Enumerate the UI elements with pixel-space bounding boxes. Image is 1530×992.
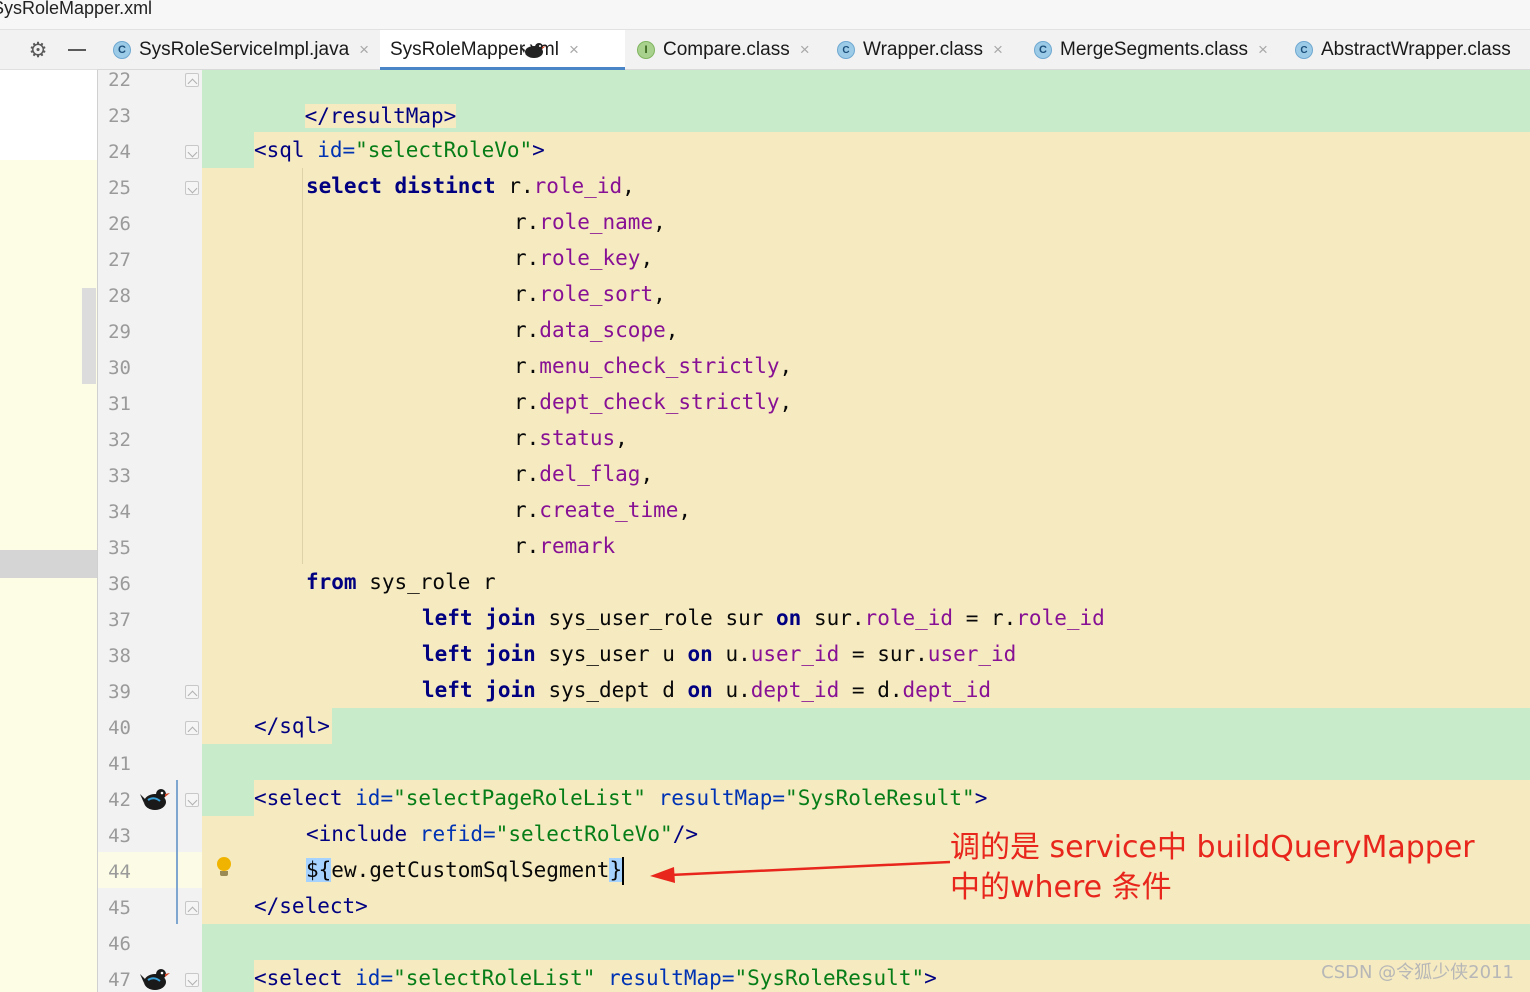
line-number: 25 (108, 177, 131, 199)
window-title: SysRoleMapper.xml (0, 0, 153, 18)
line-number: 42 (108, 789, 131, 811)
annotation-text: 调的是 service中 buildQueryMapper 中的where 条件 (950, 828, 1475, 908)
abstract-class-icon: C (1295, 41, 1313, 59)
mybatis-navigate-icon[interactable] (140, 786, 170, 812)
line-number: 45 (108, 897, 131, 919)
code-line-26: r.role_name, (514, 210, 666, 234)
window-title-bar: SysRoleMapper.xml (0, 0, 1530, 30)
line-number: 38 (108, 645, 131, 667)
line-number: 24 (108, 141, 131, 163)
code-line-43: <include refid="selectRoleVo"/> (306, 822, 698, 846)
line-number: 23 (108, 105, 131, 127)
code-line-24: <sql id="selectRoleVo"> (254, 138, 545, 162)
code-line-42: <select id="selectPageRoleList" resultMa… (254, 786, 988, 810)
code-line-32: r.status, (514, 426, 628, 450)
tab-label: MergeSegments.class (1060, 39, 1248, 60)
code-line-28: r.role_sort, (514, 282, 666, 306)
lightbulb-base (220, 871, 228, 876)
class-icon: C (1034, 41, 1052, 59)
tab-sysrolemapper[interactable]: SysRoleMapper.xml × (380, 30, 625, 70)
annotation-line-1: 调的是 service中 buildQueryMapper (950, 830, 1475, 865)
line-number: 29 (108, 321, 131, 343)
fold-marker-icon[interactable] (185, 145, 199, 159)
abstract-class-icon: C (837, 41, 855, 59)
line-number: 26 (108, 213, 131, 235)
line-number: 31 (108, 393, 131, 415)
code-line-29: r.data_scope, (514, 318, 679, 342)
line-number: 30 (108, 357, 131, 379)
code-line-40: </sql> (254, 714, 330, 738)
line-number: 28 (108, 285, 131, 307)
line-number: 22 (108, 69, 131, 91)
tab-label: AbstractWrapper.class (1321, 39, 1511, 60)
annotation-line-2: 中的where 条件 (950, 870, 1172, 905)
indent-guide (302, 168, 303, 564)
line-number: 36 (108, 573, 131, 595)
code-line-36: from sys_role r (306, 570, 496, 594)
tab-mergesegments[interactable]: C MergeSegments.class × (1034, 30, 1268, 70)
code-line-33: r.del_flag, (514, 462, 654, 486)
fold-marker-icon[interactable] (185, 685, 199, 699)
code-line-44: ${ew.getCustomSqlSegment} (306, 852, 625, 888)
text-caret (622, 857, 625, 885)
tab-sysroleserviceimpl[interactable]: C SysRoleServiceImpl.java × (113, 30, 369, 70)
project-panel-toolbar: ⚙ (0, 30, 97, 70)
hide-panel-icon[interactable] (68, 49, 86, 51)
annotation-arrow (650, 860, 951, 883)
tab-abstractwrapper[interactable]: C AbstractWrapper.class (1295, 30, 1511, 70)
code-line-37: left join sys_user_role sur on sur.role_… (422, 606, 1105, 630)
interface-icon: I (637, 41, 655, 59)
lightbulb-icon[interactable] (217, 857, 231, 871)
project-panel: ⚙ (0, 30, 97, 992)
code-line-34: r.create_time, (514, 498, 692, 522)
line-number: 43 (108, 825, 131, 847)
fold-marker-icon[interactable] (185, 721, 199, 735)
tab-label: SysRoleServiceImpl.java (139, 39, 350, 60)
fold-marker-icon[interactable] (185, 73, 199, 87)
line-number: 37 (108, 609, 131, 631)
close-icon[interactable]: × (359, 40, 369, 60)
code-line-39: left join sys_dept d on u.dept_id = d.de… (422, 678, 992, 702)
line-number: 33 (108, 465, 131, 487)
line-number: 35 (108, 537, 131, 559)
line-number: 40 (108, 717, 131, 739)
code-line-45: </select> (254, 894, 368, 918)
watermark: CSDN @令狐少侠2011 (1321, 962, 1514, 983)
code-line-47: <select id="selectRoleList" resultMap="S… (254, 966, 937, 990)
mybatis-navigate-icon[interactable] (140, 966, 170, 992)
code-line-27: r.role_key, (514, 246, 654, 270)
tab-compare[interactable]: I Compare.class × (637, 30, 810, 70)
tab-label: Compare.class (663, 39, 790, 60)
close-icon[interactable]: × (800, 40, 810, 60)
line-number: 46 (108, 933, 131, 955)
fold-marker-icon[interactable] (185, 793, 199, 807)
code-line-25: select distinct r.role_id, (306, 174, 635, 198)
code-line-22: </resultMap> (304, 104, 457, 128)
close-icon[interactable]: × (1258, 40, 1268, 60)
gear-icon[interactable]: ⚙ (26, 38, 50, 62)
vcs-change-marker (176, 780, 178, 924)
fold-marker-icon[interactable] (185, 973, 199, 987)
editor-tab-bar: C SysRoleServiceImpl.java × SysRoleMappe… (97, 30, 1530, 70)
line-number: 44 (108, 861, 131, 883)
code-line-30: r.menu_check_strictly, (514, 354, 793, 378)
class-icon: C (113, 41, 131, 59)
line-number: 41 (108, 753, 131, 775)
fold-marker-icon[interactable] (185, 901, 199, 915)
code-line-38: left join sys_user u on u.user_id = sur.… (422, 642, 1017, 666)
project-tree-selected-row[interactable] (0, 550, 97, 578)
close-icon[interactable]: × (993, 40, 1003, 60)
mybatis-bird-icon (520, 43, 546, 58)
line-number: 47 (108, 969, 131, 991)
tab-wrapper[interactable]: C Wrapper.class × (837, 30, 1003, 70)
line-number: 32 (108, 429, 131, 451)
code-line-35: r.remark (514, 534, 616, 558)
tab-label: Wrapper.class (863, 39, 984, 60)
fold-marker-icon[interactable] (185, 181, 199, 195)
line-number: 34 (108, 501, 131, 523)
close-icon[interactable]: × (569, 40, 579, 60)
line-number: 27 (108, 249, 131, 271)
line-number: 39 (108, 681, 131, 703)
code-line-31: r.dept_check_strictly, (514, 390, 793, 414)
